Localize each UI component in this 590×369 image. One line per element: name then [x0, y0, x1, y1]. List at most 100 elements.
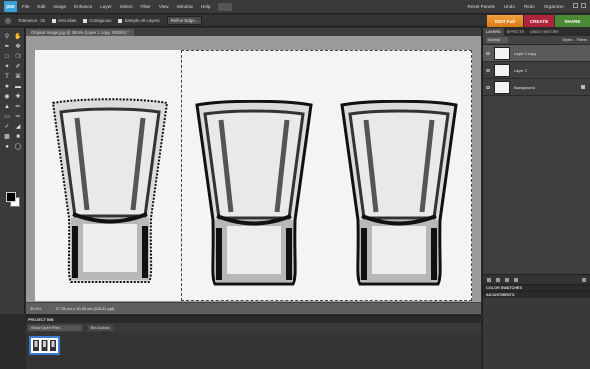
red-eye-tool-icon[interactable]: ◉ [2, 92, 12, 101]
eyedropper-tool-icon[interactable]: ✒ [2, 42, 12, 51]
document-tab[interactable]: Original Image.jpg @ 38.6% (Layer 1 copy… [26, 28, 134, 36]
foreground-color-swatch[interactable] [6, 192, 16, 202]
show-files-select[interactable]: Show Open Files [28, 324, 82, 331]
reset-panels-button[interactable]: Reset Panels [468, 4, 495, 9]
sponge-tool-icon[interactable]: ◯ [13, 142, 23, 151]
pencil-tool-icon[interactable]: ✏ [13, 102, 23, 111]
eye-icon[interactable] [486, 68, 490, 72]
layer-bounds-selection [181, 50, 472, 301]
selection-brush-icon[interactable]: ✐ [13, 62, 23, 71]
tab-layers[interactable]: LAYERS [483, 28, 504, 36]
link-layers-icon[interactable] [505, 277, 509, 282]
clone-stamp-icon[interactable]: ▲ [2, 102, 12, 111]
antialias-label: Anti-alias [58, 18, 77, 23]
menu-image[interactable]: Image [53, 4, 66, 9]
lock-icon [581, 85, 585, 89]
eye-icon[interactable] [486, 51, 490, 55]
refine-edge-button[interactable]: Refine Edge... [166, 16, 203, 25]
menu-filter[interactable]: Filter [141, 4, 151, 9]
move-tool-icon[interactable]: ✥ [13, 42, 23, 51]
eraser-tool-icon[interactable]: ▭ [2, 112, 12, 121]
brush-tool-icon[interactable]: ✑ [13, 112, 23, 121]
zoom-level[interactable]: 38.6% [30, 306, 41, 311]
layer-actions [483, 274, 590, 284]
minimize-icon[interactable] [573, 3, 578, 8]
lasso-tool-icon[interactable]: ❍ [13, 52, 23, 61]
crop-tool-icon[interactable]: ⌘ [13, 72, 23, 81]
app-logo: pse [4, 1, 17, 12]
tolerance-field[interactable]: Tolerance: 32 [18, 18, 45, 23]
layer-thumbnail [494, 80, 510, 94]
checkbox-icon[interactable] [83, 18, 88, 23]
sample-all-checkbox[interactable]: Sample All Layers [118, 18, 160, 23]
smart-brush-icon[interactable]: ✓ [2, 122, 12, 131]
open-file-thumbnail[interactable] [29, 336, 60, 355]
menu-edit[interactable]: Edit [37, 4, 45, 9]
blend-mode-select[interactable]: Normal [486, 37, 509, 43]
magic-wand-icon[interactable] [5, 17, 11, 24]
tab-effects[interactable]: EFFECTS [504, 28, 527, 36]
menu-window[interactable]: Window [177, 4, 193, 9]
lock-layer-icon[interactable] [514, 277, 518, 282]
marquee-tool-icon[interactable]: □ [2, 52, 12, 61]
filters-link[interactable]: Filters [577, 38, 587, 42]
menu-enhance[interactable]: Enhance [74, 4, 92, 9]
antialias-checkbox[interactable]: Anti-alias [52, 18, 76, 23]
zoom-tool-icon[interactable]: ⚲ [2, 32, 12, 41]
right-tools: Reset Panels Undo Redo Organizer [468, 4, 564, 9]
healing-brush-icon[interactable]: ✚ [13, 92, 23, 101]
gradient-tool-icon[interactable]: ▩ [2, 132, 12, 141]
menu-layer[interactable]: Layer [100, 4, 112, 9]
organizer-button[interactable]: Organizer [544, 4, 564, 9]
blur-tool-icon[interactable]: ● [2, 142, 12, 151]
document-info: 17.78 cm x 10.26 cm (118.11 ppi) [55, 306, 115, 311]
create-tab[interactable]: CREATE [524, 15, 554, 27]
panel-bin: LAYERS EFFECTS UNDO HISTORY Normal Style… [482, 28, 590, 369]
layer-row[interactable]: Layer 1 [483, 62, 590, 79]
arrange-view-button[interactable] [218, 2, 233, 11]
adjustments-panel[interactable]: ADJUSTMENTS [483, 291, 590, 298]
menu-help[interactable]: Help [201, 4, 210, 9]
image-canvas[interactable] [35, 50, 472, 301]
share-tab[interactable]: SHARE [555, 15, 590, 27]
shape-tool-icon[interactable]: ■ [13, 132, 23, 141]
styles-link[interactable]: Styles [562, 38, 572, 42]
layer-name: Layer 1 [514, 67, 527, 73]
edit-full-tab[interactable]: EDIT Full [487, 15, 523, 27]
hand-tool-icon[interactable]: ✋ [13, 32, 23, 41]
menu-view[interactable]: View [159, 4, 169, 9]
checkbox-icon[interactable] [52, 18, 57, 23]
layer-row[interactable]: Background [483, 79, 590, 96]
straighten-tool-icon[interactable]: ▬ [13, 82, 23, 91]
layer-row[interactable]: Layer 1 copy [483, 45, 590, 62]
contiguous-checkbox[interactable]: Contiguous [83, 18, 111, 23]
tab-undo-history[interactable]: UNDO HISTORY [527, 28, 562, 36]
panel-tabs: LAYERS EFFECTS UNDO HISTORY [483, 28, 590, 36]
project-bin-options: Show Open Files Bin Actions [26, 323, 481, 332]
eye-icon[interactable] [486, 85, 490, 89]
layer-options: Normal Styles Filters [483, 36, 590, 45]
canvas-background [26, 36, 481, 302]
close-icon[interactable] [581, 3, 586, 8]
paint-bucket-icon[interactable]: ◢ [13, 122, 23, 131]
new-layer-icon[interactable] [487, 277, 491, 282]
magic-wand-tool-icon[interactable]: ✦ [2, 62, 12, 71]
menu-items: File Edit Image Enhance Layer Select Fil… [22, 4, 210, 9]
adjustment-layer-icon[interactable] [496, 277, 500, 282]
bin-actions-button[interactable]: Bin Actions [87, 324, 113, 331]
layer-thumbnail [494, 46, 510, 60]
checkbox-icon[interactable] [118, 18, 123, 23]
delete-layer-icon[interactable] [582, 277, 586, 282]
tolerance-value[interactable]: 32 [40, 18, 45, 23]
contiguous-label: Contiguous [89, 18, 112, 23]
type-tool-icon[interactable]: T [2, 72, 12, 81]
menu-file[interactable]: File [22, 4, 29, 9]
document-tab-bar: Original Image.jpg @ 38.6% (Layer 1 copy… [26, 28, 481, 36]
glasses-thumbnail-icon [33, 340, 56, 351]
menu-select[interactable]: Select [120, 4, 133, 9]
cookie-cutter-icon[interactable]: ★ [2, 82, 12, 91]
redo-button[interactable]: Redo [524, 4, 535, 9]
layer-thumbnail [494, 63, 510, 77]
undo-button[interactable]: Undo [504, 4, 515, 9]
color-swatches-panel[interactable]: COLOR SWATCHES [483, 284, 590, 291]
